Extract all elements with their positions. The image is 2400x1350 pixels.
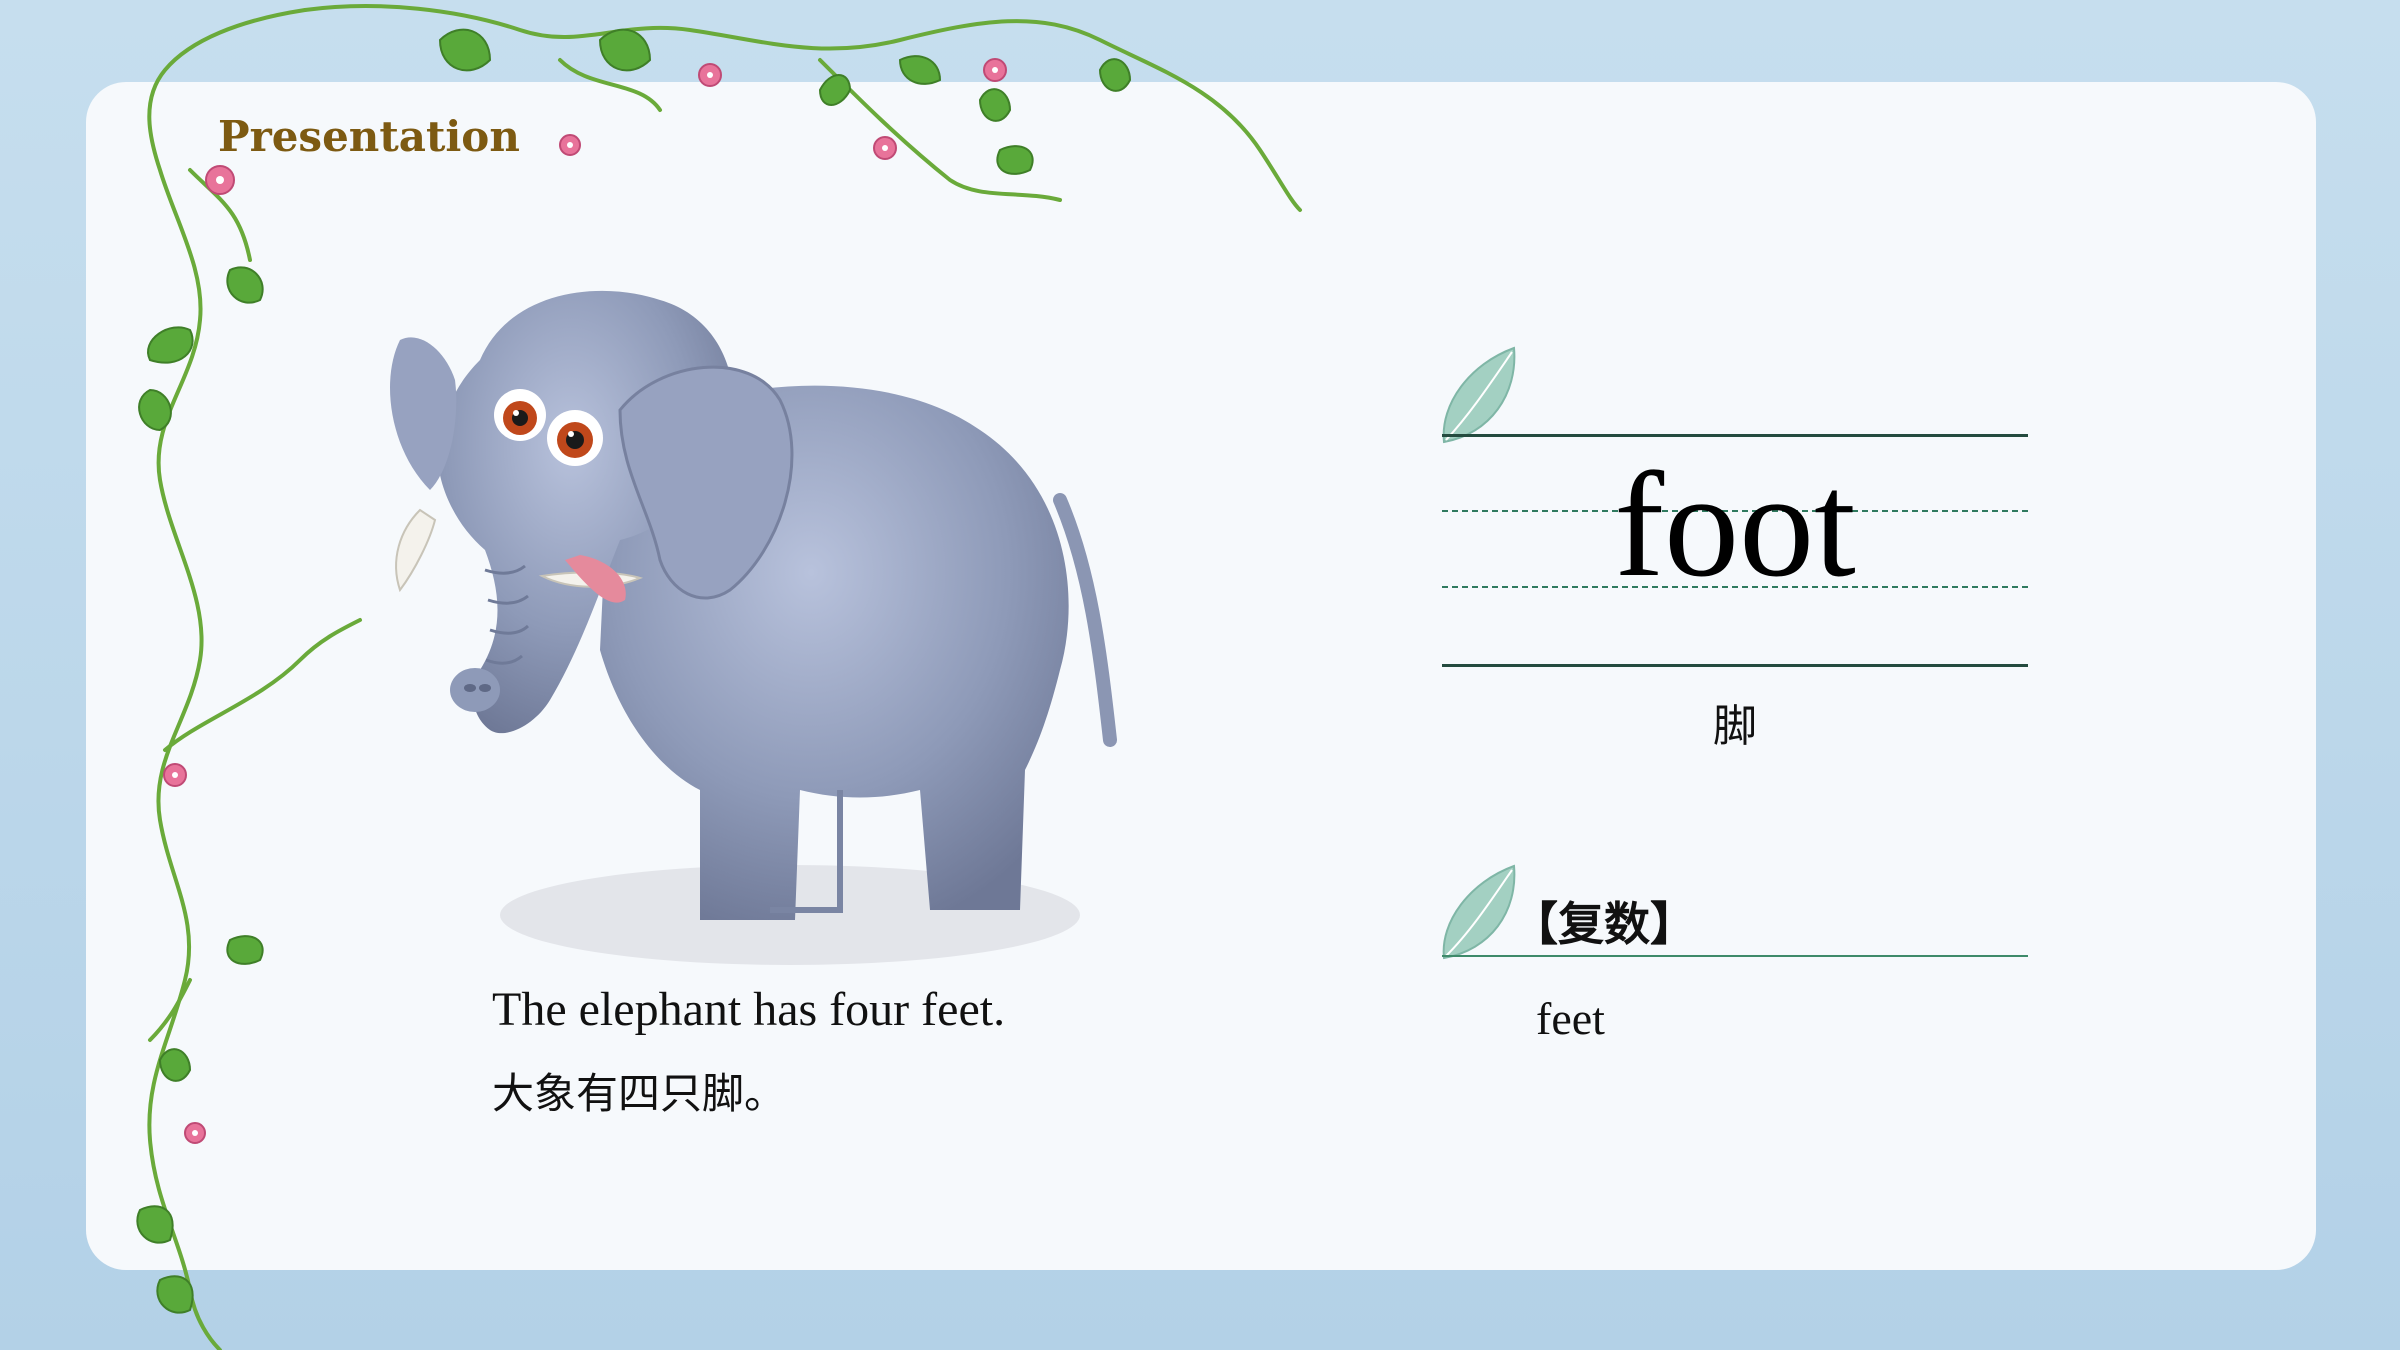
vocabulary-word: foot [1614,442,1856,608]
example-sentence-english: The elephant has four feet. [492,983,1006,1036]
leaf-icon [1442,864,1516,960]
example-sentence-chinese: 大象有四只脚。 [492,1069,787,1118]
plural-label: 【复数】 [1512,897,1696,951]
writing-line-top [1442,434,2028,437]
writing-line-bottom [1442,664,2028,667]
slide-heading: Presentation [218,112,520,161]
plural-underline [1442,955,2028,957]
plural-value: feet [1536,993,1605,1044]
elephant-illustration [390,290,1117,965]
leaf-icon [1442,346,1516,444]
vocabulary-meaning: 脚 [1713,701,1757,752]
